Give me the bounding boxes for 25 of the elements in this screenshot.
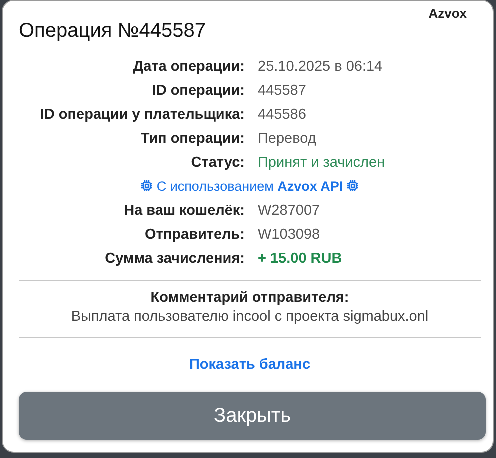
close-button[interactable]: Закрыть [19,392,486,440]
field-value: W103098 [258,226,322,244]
field-label: Сумма зачисления: [104,250,245,268]
comment-text: Выплата пользователю incool с проекта sigmabux.onl [70,309,430,325]
field-value: 445586 [258,106,308,124]
field-label: Отправитель: [144,226,245,244]
chip-icon [346,180,359,192]
field-value: W287007 [258,202,322,220]
comment-heading: Комментарий отправителя: [150,290,350,306]
api-note: С использованием Azvox API [156,179,344,194]
field-label: Статус: [190,154,245,172]
status-value: Принят и зачислен [258,154,386,172]
field-value: 445587 [258,82,308,100]
field-label: Дата операции: [132,58,245,76]
show-balance-link[interactable]: Показать баланс [189,357,311,373]
field-value: Перевод [258,130,318,148]
field-label: Тип операции: [140,130,245,148]
field-label: На ваш кошелёк: [123,202,245,220]
chip-icon [141,180,154,192]
field-label: ID операции у плательщика: [39,106,245,124]
modal-title: Операция №445587 [19,19,206,44]
field-label: ID операции: [151,82,245,100]
brand-label: Azvox [428,6,467,21]
field-value: 25.10.2025 в 06:14 [258,58,384,76]
amount-value: + 15.00 RUB [258,250,344,268]
